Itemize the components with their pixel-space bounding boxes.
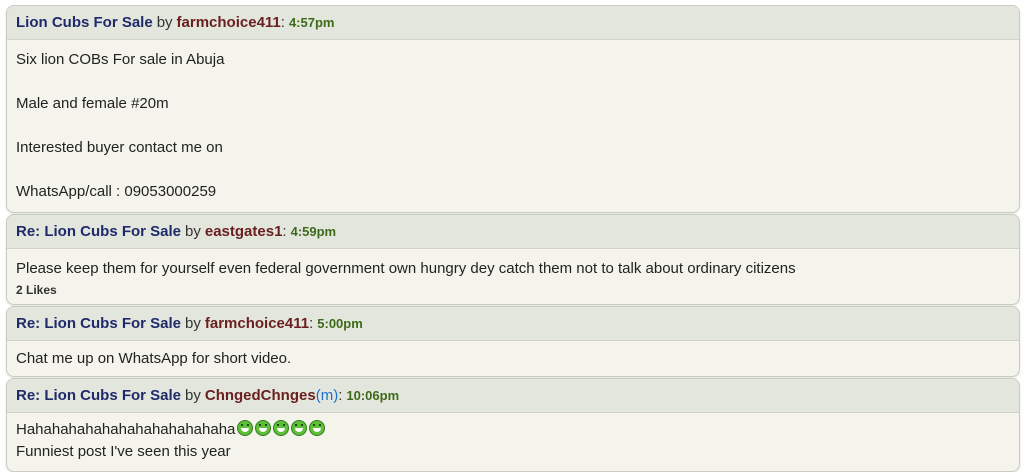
colon: : bbox=[309, 315, 314, 332]
post-text-line: Interested buyer contact me on bbox=[16, 139, 223, 156]
username-link[interactable]: ChngedChnges bbox=[205, 387, 316, 404]
topic-link[interactable]: Re: Lion Cubs For Sale bbox=[16, 223, 181, 240]
post-body: Chat me up on WhatsApp for short video. bbox=[7, 341, 1019, 376]
post-text-line: Hahahahahahahahahahahahaha bbox=[16, 419, 1010, 441]
post-body: Six lion COBs For sale in Abuja Male and… bbox=[7, 40, 1019, 212]
grin-emoji-icon bbox=[255, 420, 272, 436]
grin-emoji-icon bbox=[237, 420, 254, 436]
by-label: by bbox=[185, 223, 201, 240]
post-header: Re: Lion Cubs For Sale by eastgates1: 4:… bbox=[7, 215, 1019, 249]
grin-emoji-icon bbox=[309, 420, 326, 436]
post-time: 4:59pm bbox=[290, 224, 337, 239]
post-header: Re: Lion Cubs For Sale by farmchoice411:… bbox=[7, 307, 1019, 341]
post-text-line: Six lion COBs For sale in Abuja bbox=[16, 51, 225, 68]
post-header: Lion Cubs For Sale by farmchoice411: 4:5… bbox=[7, 6, 1019, 40]
post: Lion Cubs For Sale by farmchoice411: 4:5… bbox=[6, 5, 1020, 213]
likes-count[interactable]: 2 Likes bbox=[16, 282, 1010, 298]
post-text-line: Please keep them for yourself even feder… bbox=[16, 260, 796, 277]
topic-link[interactable]: Lion Cubs For Sale bbox=[16, 14, 153, 31]
post-body: Please keep them for yourself even feder… bbox=[7, 249, 1019, 304]
post-time: 5:00pm bbox=[317, 316, 363, 331]
post-text-line: WhatsApp/call : 09053000259 bbox=[16, 183, 217, 200]
colon: : bbox=[280, 14, 285, 31]
by-label: by bbox=[156, 14, 173, 31]
emoji-row bbox=[235, 420, 326, 438]
username-link[interactable]: eastgates1 bbox=[205, 223, 283, 240]
grin-emoji-icon bbox=[273, 420, 290, 436]
post-header: Re: Lion Cubs For Sale by ChngedChnges (m… bbox=[7, 379, 1019, 413]
colon: : bbox=[338, 387, 343, 404]
post-time: 4:57pm bbox=[288, 15, 335, 30]
moderator-marker: (m) bbox=[315, 387, 339, 404]
thread: Lion Cubs For Sale by farmchoice411: 4:5… bbox=[0, 0, 1035, 472]
colon: : bbox=[282, 223, 287, 240]
post-time: 10:06pm bbox=[346, 388, 400, 403]
username-link[interactable]: farmchoice411 bbox=[177, 14, 281, 31]
moderator-letter: m bbox=[320, 387, 334, 404]
by-label: by bbox=[185, 387, 201, 404]
post: Re: Lion Cubs For Sale by farmchoice411:… bbox=[6, 306, 1020, 377]
grin-emoji-icon bbox=[291, 420, 308, 436]
post-text-line: Funniest post I've seen this year bbox=[16, 443, 231, 460]
post-body: Hahahahahahahahahahahahaha Funniest post… bbox=[7, 413, 1019, 471]
post-text-line: Chat me up on WhatsApp for short video. bbox=[16, 350, 292, 367]
by-label: by bbox=[185, 315, 201, 332]
post: Re: Lion Cubs For Sale by eastgates1: 4:… bbox=[6, 214, 1020, 305]
topic-link[interactable]: Re: Lion Cubs For Sale bbox=[16, 387, 181, 404]
username-link[interactable]: farmchoice411 bbox=[205, 315, 309, 332]
post: Re: Lion Cubs For Sale by ChngedChnges (m… bbox=[6, 378, 1020, 472]
topic-link[interactable]: Re: Lion Cubs For Sale bbox=[16, 315, 181, 332]
post-text-line: Male and female #20m bbox=[16, 95, 169, 112]
laugh-text: Hahahahahahahahahahahahaha bbox=[16, 421, 236, 438]
